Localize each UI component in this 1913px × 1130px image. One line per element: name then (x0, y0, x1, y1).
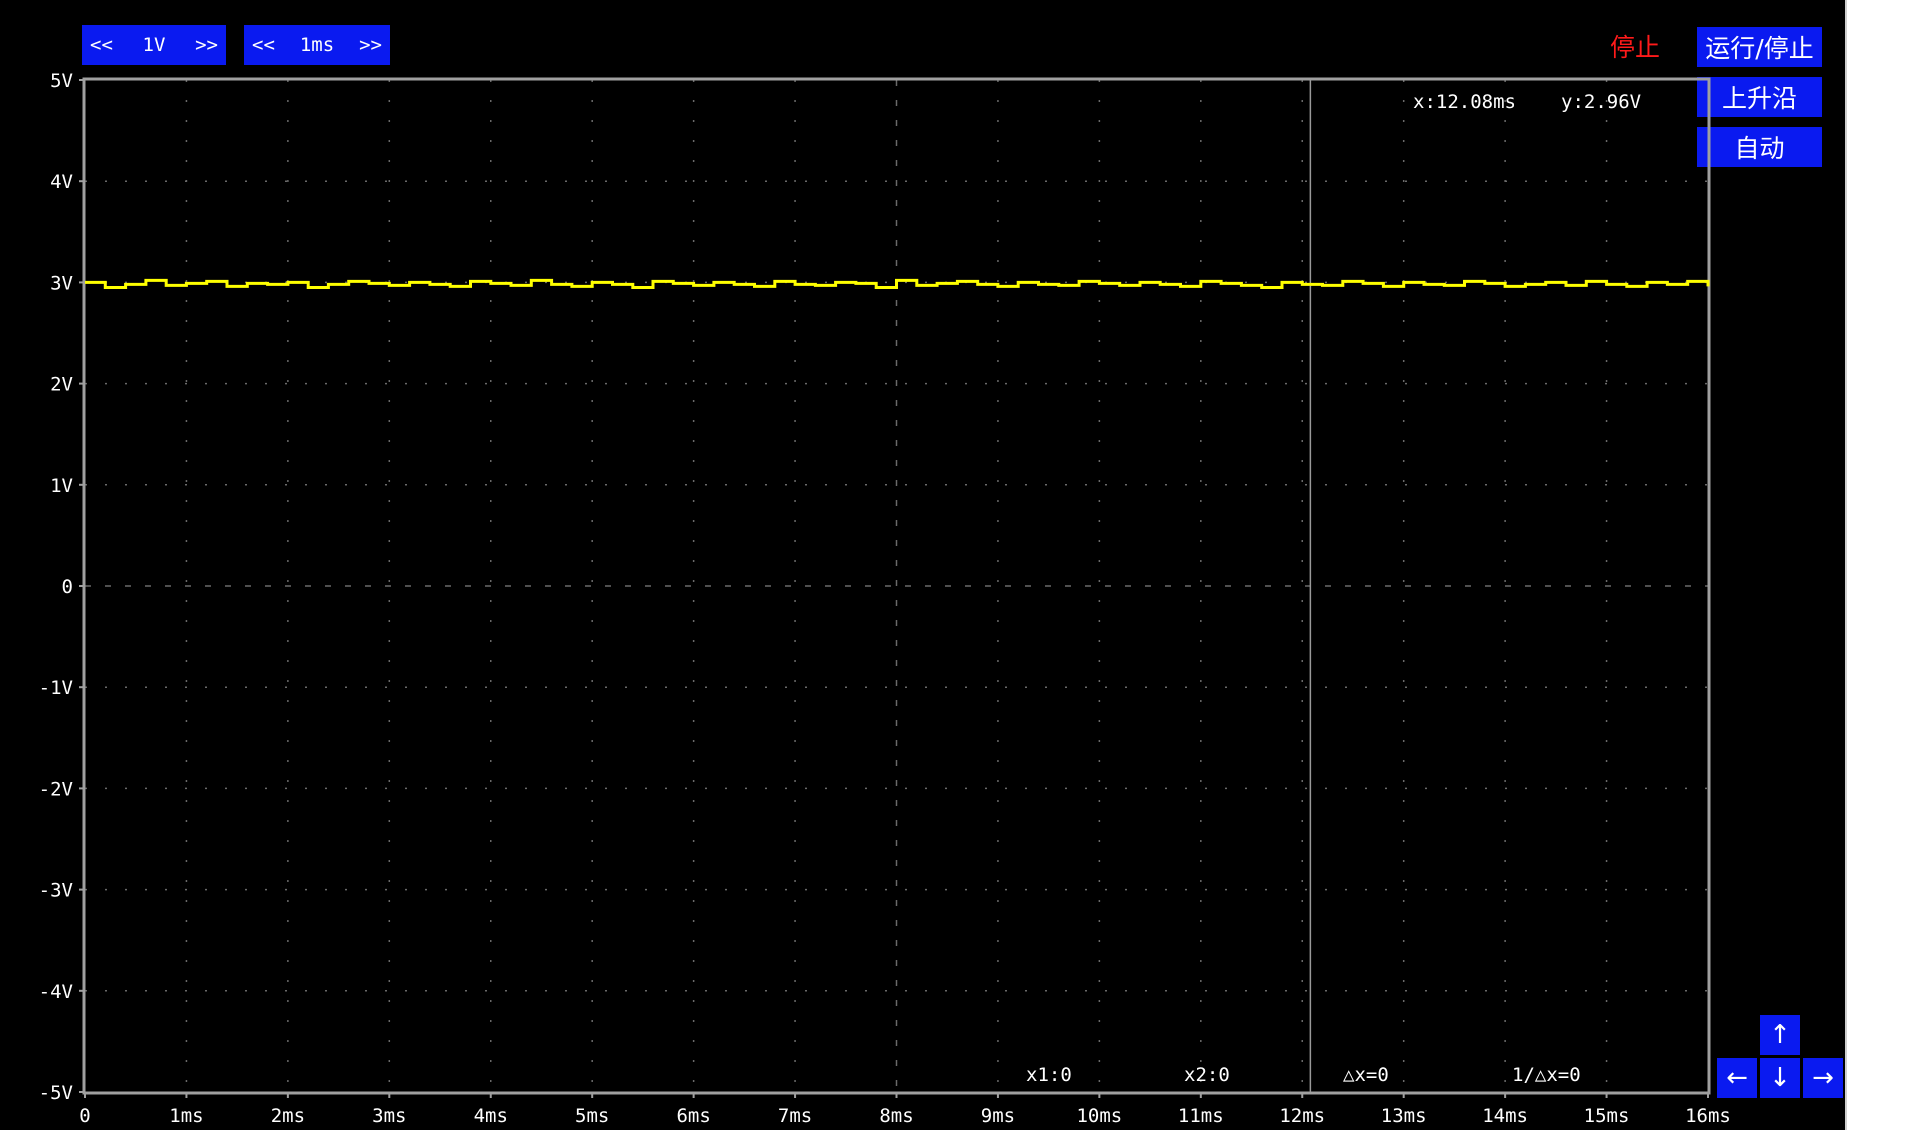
x-tick-label: 10ms (1076, 1105, 1122, 1127)
y-tick-label: 1V (50, 475, 73, 497)
x-tick-label: 2ms (271, 1105, 305, 1127)
y-tick-label: -2V (39, 778, 73, 800)
cursor-y-readout: y:2.96V (1561, 91, 1641, 113)
cursor-x-readout: x:12.08ms (1413, 91, 1516, 113)
oscilloscope-app: << 1V >> << 1ms >> 停止 运行/停止 上升沿 自动 ↑ ← ↓… (0, 0, 1845, 1130)
x-tick-label: 13ms (1381, 1105, 1427, 1127)
x-tick-label: 4ms (474, 1105, 508, 1127)
grid (85, 80, 1708, 1092)
y-tick-label: -3V (39, 880, 73, 902)
x-tick-label: 16ms (1685, 1105, 1731, 1127)
x-tick-label: 14ms (1482, 1105, 1528, 1127)
x-axis-labels: 0 1ms 2ms 3ms 4ms 5ms 6ms 7ms 8ms 9ms 10ms 11ms 12ms… (79, 1105, 1731, 1127)
window-edge (1845, 0, 1847, 1130)
x-tick-label: 15ms (1584, 1105, 1630, 1127)
x-tick-label: 0 (79, 1105, 90, 1127)
axis-ticks (79, 79, 1709, 1098)
x-tick-label: 12ms (1279, 1105, 1325, 1127)
signal-trace (85, 278, 1710, 289)
x-tick-label: 11ms (1178, 1105, 1224, 1127)
y-tick-label: -5V (39, 1082, 73, 1104)
x-tick-label: 5ms (575, 1105, 609, 1127)
x-tick-label: 9ms (981, 1105, 1015, 1127)
y-tick-label: 5V (50, 70, 73, 92)
y-tick-label: -4V (39, 981, 73, 1003)
x-tick-label: 6ms (676, 1105, 710, 1127)
scope-display[interactable]: 5V 4V 3V 2V 1V 0 -1V -2V -3V -4V -5V 0 1ms 2ms 3ms 4ms… (0, 0, 1845, 1130)
x-tick-label: 8ms (879, 1105, 913, 1127)
x-tick-label: 7ms (778, 1105, 812, 1127)
y-axis-labels: 5V 4V 3V 2V 1V 0 -1V -2V -3V -4V -5V (39, 70, 73, 1104)
y-tick-label: -1V (39, 677, 73, 699)
y-tick-label: 0 (62, 576, 73, 598)
x-tick-label: 3ms (372, 1105, 406, 1127)
measure-x1: x1:0 (1026, 1064, 1072, 1086)
measure-inv-delta-x: 1/△x=0 (1512, 1064, 1581, 1086)
y-tick-label: 3V (50, 272, 73, 294)
measure-delta-x: △x=0 (1343, 1064, 1389, 1086)
measure-x2: x2:0 (1184, 1064, 1230, 1086)
x-tick-label: 1ms (169, 1105, 203, 1127)
y-tick-label: 4V (50, 171, 73, 193)
y-tick-label: 2V (50, 374, 73, 396)
